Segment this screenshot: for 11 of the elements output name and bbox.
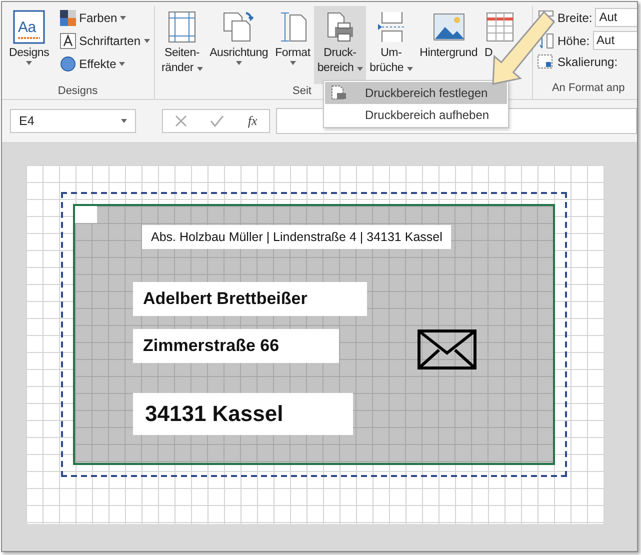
address-text: Abs. Holzbau Müller | Lindenstraße 4 | 34131 Kassel	[142, 225, 452, 249]
group-label: Seit	[292, 84, 312, 99]
field-label: Höhe:	[558, 34, 590, 48]
address-text: 34131 Kassel	[133, 393, 354, 435]
address-text: Adelbert Brettbeißer	[133, 282, 368, 316]
address-text: Zimmerstraße 66	[133, 329, 340, 363]
theme-icon: Aa	[13, 10, 46, 44]
field-label: Skalierung:	[558, 55, 618, 69]
group-label: Designs	[56, 84, 99, 99]
field-label: Breite:	[558, 10, 592, 24]
group-label: An Format anp	[550, 81, 626, 96]
